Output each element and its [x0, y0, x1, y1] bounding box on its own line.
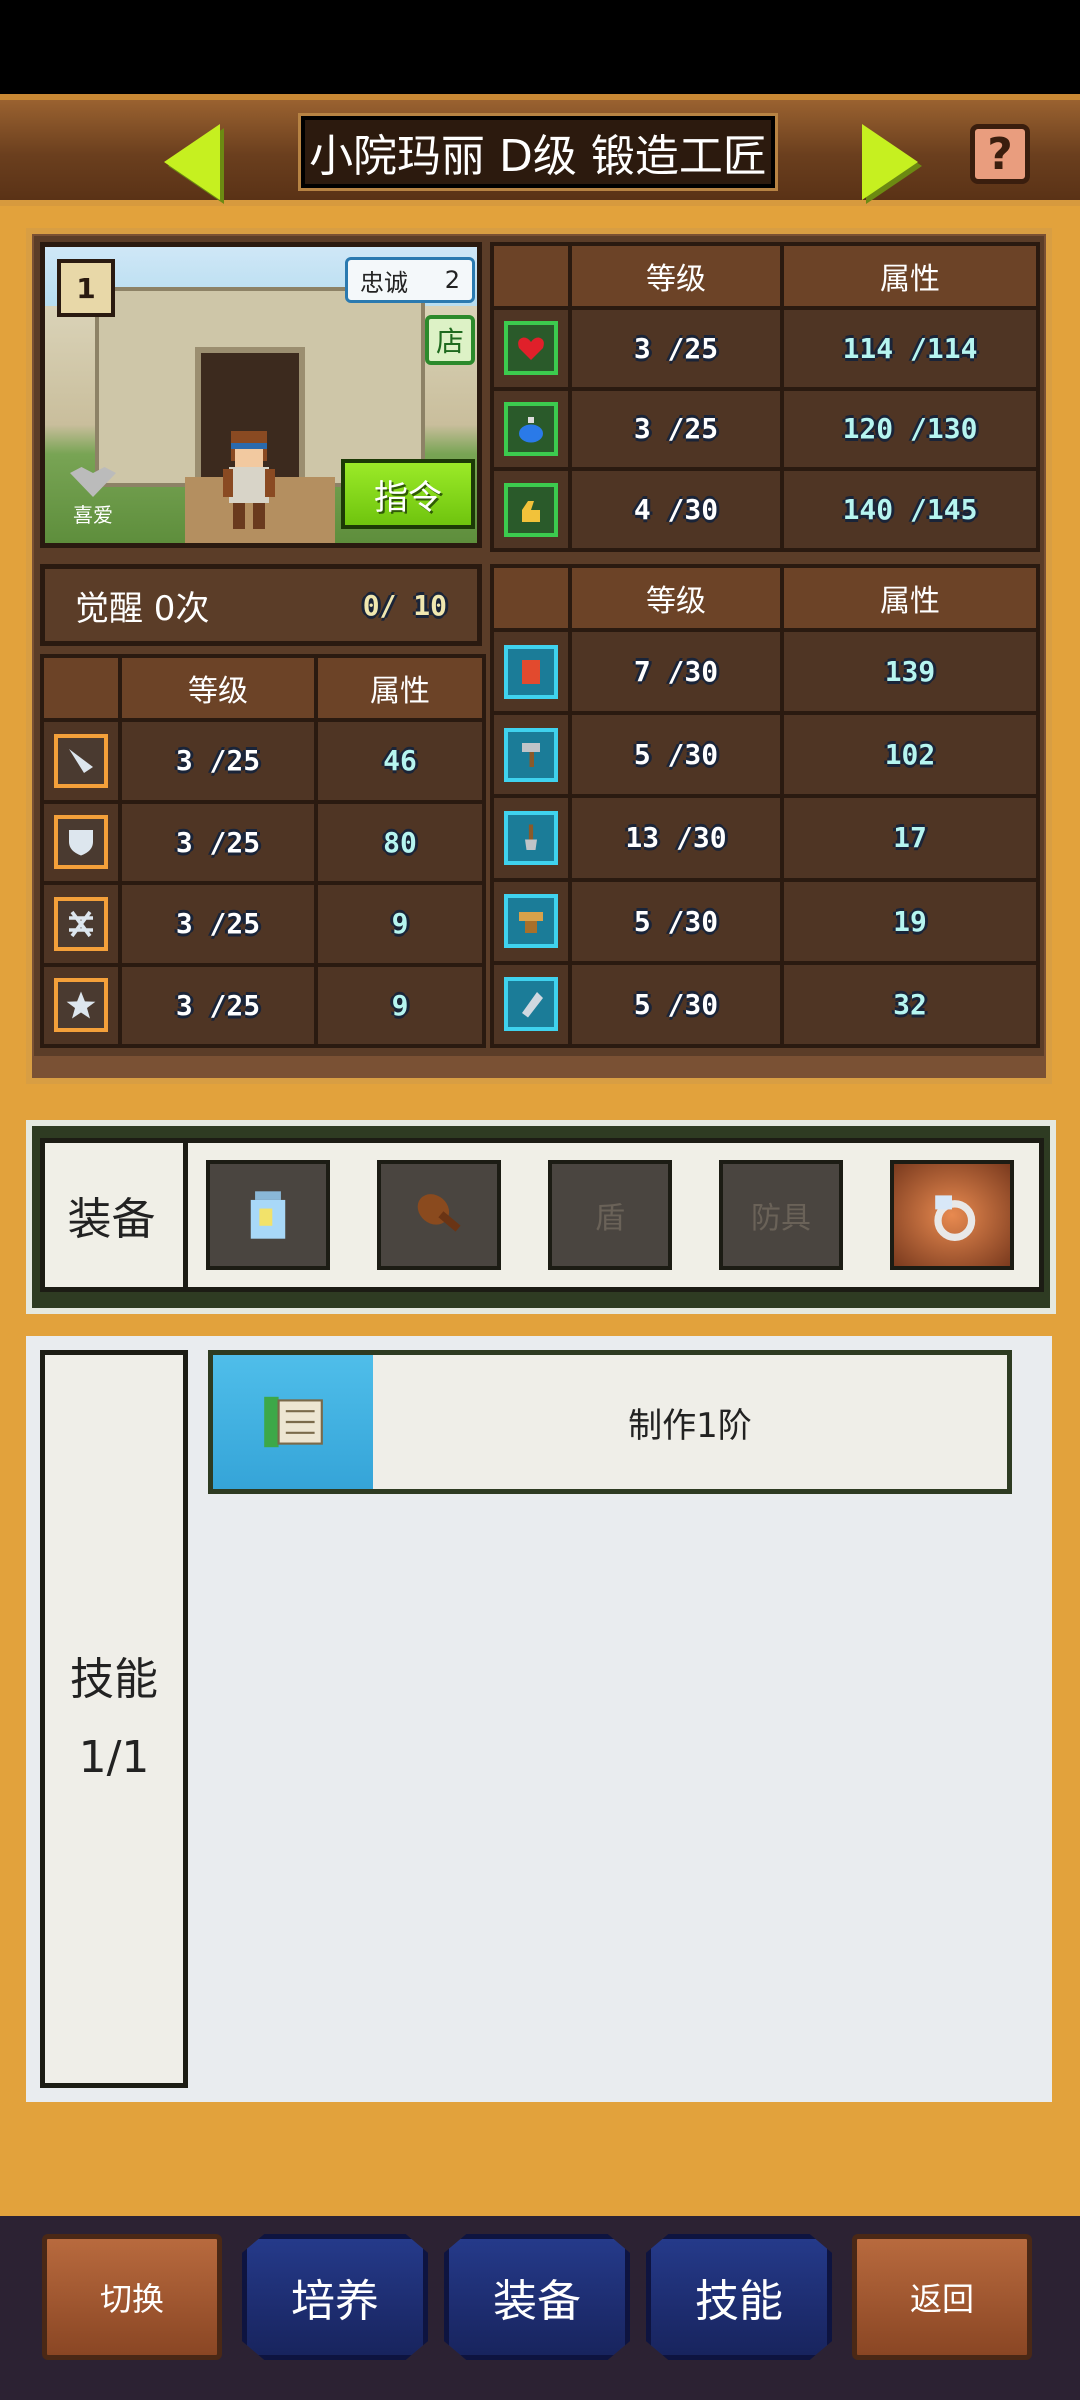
craft-level-header: 等级 — [568, 564, 784, 632]
skills-tab-button[interactable]: 技能 — [646, 2234, 832, 2360]
shop-icon[interactable]: 店 — [425, 315, 475, 365]
equipment-slot-club[interactable] — [377, 1160, 501, 1270]
club-icon — [417, 1194, 461, 1232]
ring-icon — [934, 1195, 976, 1242]
character-sprite — [223, 431, 275, 529]
table-row: 3 /25 80 — [40, 799, 486, 885]
top-stats-level-header: 等级 — [568, 242, 784, 310]
crossed-arrows-icon — [54, 896, 108, 951]
table-row: 13 /30 17 — [490, 794, 1040, 882]
awaken-bar: 觉醒 0次 0/ 10 — [40, 564, 482, 646]
equipment-slot-ring[interactable] — [890, 1160, 1014, 1270]
status-bar — [0, 0, 1080, 94]
table-row: 3 /25 46 — [40, 718, 486, 804]
awaken-label: 觉醒 0次 — [75, 588, 210, 629]
awaken-progress: 0/ 10 — [362, 588, 447, 622]
like-indicator[interactable]: 喜爱 — [63, 467, 123, 528]
jar-icon — [250, 1191, 286, 1239]
switch-button[interactable]: 切换 — [42, 2234, 222, 2360]
equipment-tab-button[interactable]: 装备 — [444, 2234, 630, 2360]
combat-value-header: 属性 — [314, 654, 486, 722]
train-tab-button[interactable]: 培养 — [242, 2234, 428, 2360]
table-row: 3 /25 120 /130 — [490, 386, 1040, 472]
loyalty-badge: 忠诚 2 — [345, 257, 475, 303]
sword-icon — [54, 733, 108, 788]
command-button[interactable]: 指令 — [341, 459, 475, 529]
table-row: 7 /30 139 — [490, 627, 1040, 716]
table-row: 5 /30 32 — [490, 960, 1040, 1049]
anvil-icon — [504, 894, 558, 949]
skill-name: 制作1阶 — [628, 1405, 752, 1446]
level-badge-icon: 1 — [57, 259, 115, 317]
hammer-icon — [504, 727, 558, 782]
combat-level-header: 等级 — [118, 654, 318, 722]
like-label: 喜爱 — [73, 503, 113, 527]
page-title: 小院玛丽 D级 锻造工匠 — [298, 113, 778, 191]
character-portrait: 1 忠诚 2 店 指令 喜爱 — [40, 242, 482, 548]
heart-outline-icon — [70, 467, 116, 497]
heart-icon — [504, 321, 558, 376]
book-icon — [504, 644, 558, 699]
table-row: 4 /30 140 /145 — [490, 467, 1040, 552]
star-icon — [54, 978, 108, 1033]
skills-label: 技能 1/1 — [40, 1350, 188, 2088]
back-button[interactable]: 返回 — [852, 2234, 1032, 2360]
equipment-slot-shield[interactable]: 盾 — [548, 1160, 672, 1270]
shield-icon — [54, 815, 108, 870]
table-row: 3 /25 9 — [40, 881, 486, 967]
equipment-label: 装备 — [40, 1138, 188, 1292]
skills-title: 技能 — [70, 1654, 158, 1705]
strength-icon — [504, 482, 558, 537]
equipment-slot-jar[interactable] — [206, 1160, 330, 1270]
shovel-icon — [504, 810, 558, 865]
whetstone-icon — [504, 977, 558, 1032]
craft-value-header: 属性 — [780, 564, 1040, 632]
table-row: 5 /30 19 — [490, 877, 1040, 965]
previous-character-button[interactable] — [164, 124, 220, 200]
loyalty-value: 2 — [444, 266, 460, 294]
table-row: 3 /25 114 /114 — [490, 306, 1040, 391]
skill-item[interactable]: 制作1阶 — [208, 1350, 1012, 1494]
top-stats-table: 等级 属性 3 /25 114 /114 3 /25 120 /130 4 /30 14… — [490, 242, 1040, 552]
equipment-slot-armor[interactable]: 防具 — [719, 1160, 843, 1270]
potion-icon — [504, 401, 558, 456]
top-stats-value-header: 属性 — [780, 242, 1040, 310]
next-character-button[interactable] — [862, 124, 918, 200]
craft-stats-table: 等级 属性 7 /30 139 5 /30 102 13 /30 17 5 /30 19 … — [490, 564, 1040, 1049]
table-row: 5 /30 102 — [490, 711, 1040, 799]
table-row: 3 /25 9 — [40, 962, 486, 1048]
skills-count: 1/1 — [78, 1732, 150, 1783]
loyalty-label: 忠诚 — [360, 268, 408, 297]
question-mark-icon[interactable]: ? — [970, 124, 1030, 184]
scroll-icon — [213, 1355, 373, 1489]
combat-stats-table: 等级 属性 3 /25 46 3 /25 80 3 /25 9 3 /25 9 — [40, 654, 486, 1048]
